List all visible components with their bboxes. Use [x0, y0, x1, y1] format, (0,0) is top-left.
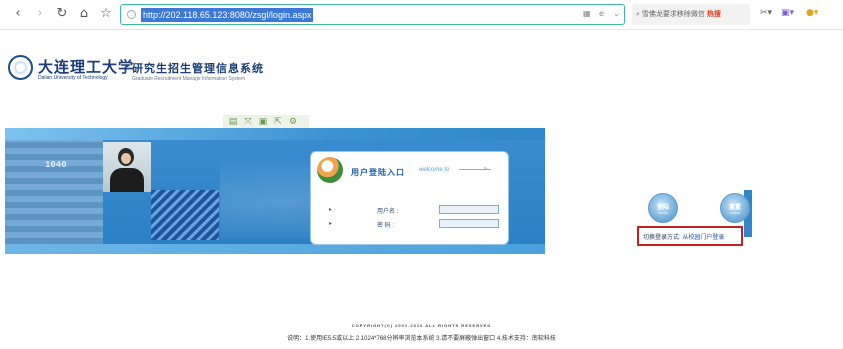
reset-button-sublabel: CLEAR	[729, 211, 740, 215]
dropdown-chevron-icon[interactable]: ⌄	[613, 9, 620, 18]
password-input[interactable]	[439, 219, 499, 228]
university-seal-logo	[8, 55, 33, 80]
scissors-icon[interactable]: ✂▾	[760, 8, 772, 18]
extension-shield-icon[interactable]: ●▾	[806, 8, 818, 18]
reader-mode-icon[interactable]: ▦	[583, 9, 591, 18]
login-button[interactable]: 登陆 LOGIN	[648, 193, 678, 223]
operator-body	[110, 168, 144, 192]
browser-toolbar: ‹ › ↻ ⌂ ☆ http://202.118.65.123:8080/zsg…	[0, 0, 843, 30]
banner-top-stripe	[5, 128, 545, 140]
welcome-text: welcome to	[419, 167, 450, 173]
bookmark-star-icon[interactable]: ☆	[98, 6, 114, 22]
login-button-label: 登陆	[656, 205, 669, 211]
keyboard-photo	[151, 190, 219, 240]
login-title: 用户登陆入口	[351, 168, 405, 177]
site-favicon-icon	[127, 10, 136, 19]
document-photo: 1040	[5, 140, 103, 244]
switch-login-label: 切换登录方式:	[643, 235, 683, 241]
password-label: 密 码 :	[377, 223, 395, 229]
user-login-icon	[317, 157, 343, 183]
login-panel: 用户登陆入口 welcome to » ▸ 用户名 : ▸ 密 码 :	[310, 151, 509, 245]
portal-login-link[interactable]: 从校园门户登录	[682, 235, 724, 241]
username-input[interactable]	[439, 205, 499, 214]
search-suggestion: 雪佛龙要求移除微信	[641, 11, 705, 18]
forward-icon[interactable]: ›	[32, 6, 48, 22]
copyright-text: COPYRIGHT(C) 2001-2010 ALL RIGHTS RESERV…	[351, 323, 492, 328]
back-icon[interactable]: ‹	[10, 6, 26, 22]
double-arrow-icon: »	[483, 164, 488, 173]
switch-login-box: 切换登录方式: 从校园门户登录	[637, 226, 743, 246]
switch-login-text: 切换登录方式: 从校园门户登录	[643, 232, 724, 241]
compat-mode-icon[interactable]: e	[599, 9, 604, 18]
username-label: 用户名 :	[377, 209, 399, 215]
usage-notice: 说明：1.使用IE5.5或以上 2.1024*768分辨率浏览本系统 3.请不要…	[287, 336, 556, 342]
document-number: 1040	[45, 160, 67, 170]
print-icon[interactable]: ▣	[257, 117, 269, 127]
settings-icon[interactable]: ⚙	[287, 117, 299, 127]
university-name-cn: 大连理工大学	[38, 58, 135, 76]
bookmark-icon[interactable]: ▤	[227, 117, 239, 127]
system-title-en: Graduate Recruitment Manage Information …	[132, 76, 246, 82]
reset-button[interactable]: 重置 CLEAR	[720, 193, 750, 223]
username-bullet-icon: ▸	[329, 206, 333, 213]
extension-grid-icon[interactable]: ▣▾	[781, 8, 794, 18]
search-box[interactable]: ⌕ 雪佛龙要求移除微信 热搜	[632, 4, 750, 25]
operator-face	[121, 153, 131, 164]
university-name-en: Dalian University of Technology	[38, 75, 108, 81]
banner-bottom-stripe	[5, 244, 545, 254]
reload-icon[interactable]: ↻	[54, 6, 70, 22]
quick-icon-row: ▤ ⤧ ▣ ⇱ ⚙	[223, 115, 309, 129]
address-url[interactable]: http://202.118.65.123:8080/zsgl/login.as…	[141, 8, 314, 22]
share-icon[interactable]: ⇱	[272, 117, 284, 127]
hot-badge: 热搜	[706, 11, 721, 18]
system-title-cn: 研究生招生管理信息系统	[132, 63, 264, 75]
home-icon[interactable]: ⌂	[76, 6, 92, 22]
address-bar[interactable]: http://202.118.65.123:8080/zsgl/login.as…	[120, 4, 625, 25]
reset-button-label: 重置	[728, 205, 741, 211]
expand-icon[interactable]: ⤧	[242, 117, 254, 127]
login-button-sublabel: LOGIN	[658, 211, 668, 215]
operator-photo	[103, 142, 151, 192]
password-bullet-icon: ▸	[329, 220, 333, 227]
